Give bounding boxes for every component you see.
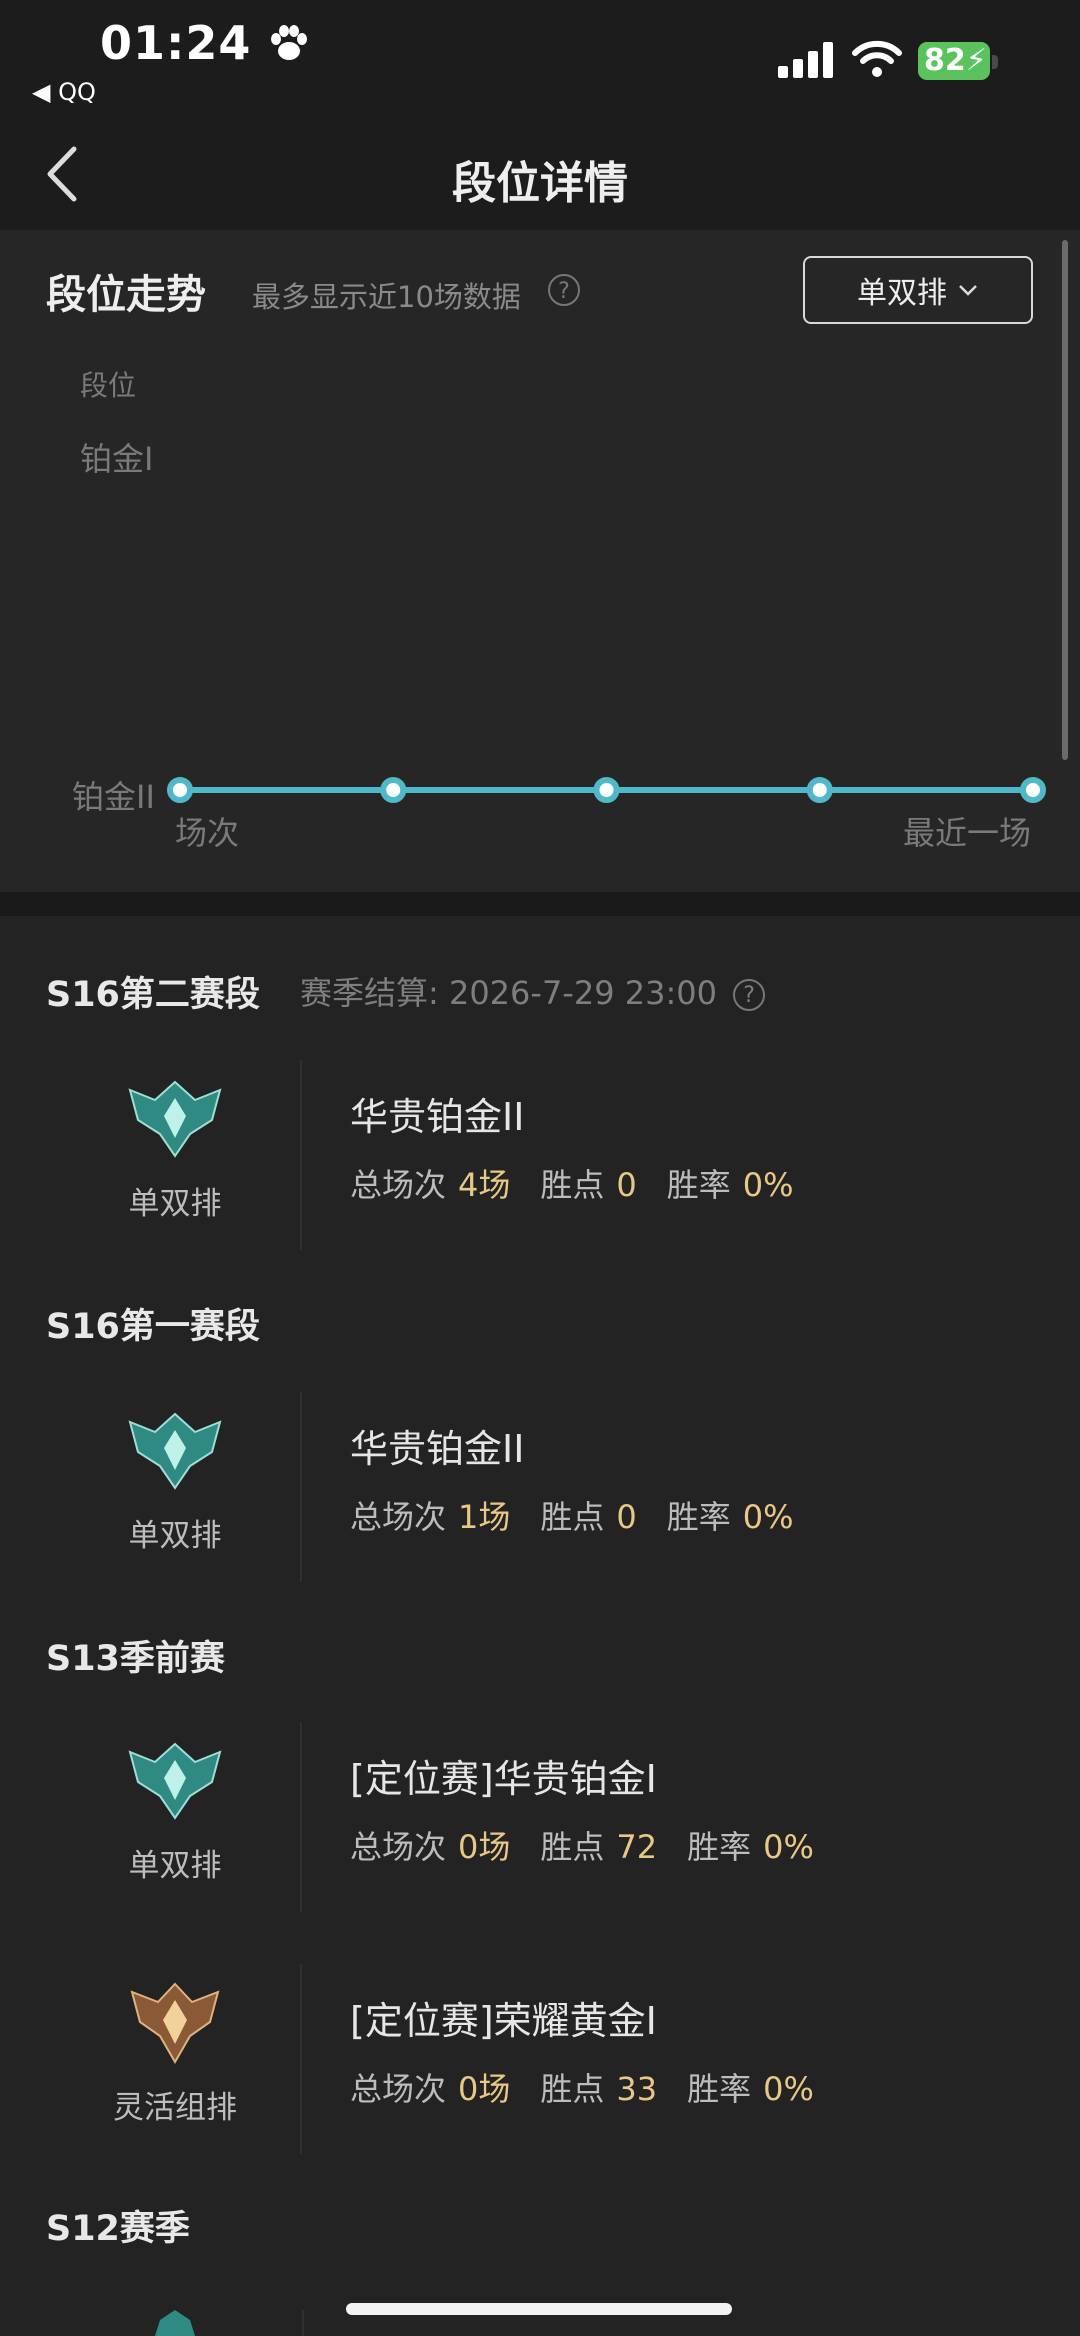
page-title: 段位详情 [452,158,628,209]
season-settlement-time: 赛季结算: 2026-7-29 23:00 ? [300,968,766,1014]
queue-type-value: 单双排 [857,276,947,311]
queue-label: 灵活组排 [113,2090,237,2126]
gold-emblem-icon [130,1982,220,2065]
rank-stats: 总场次 0场 胜点 33 胜率 0% [350,2070,814,2108]
queue-type-dropdown[interactable]: 单双排 [803,256,1033,324]
paw-icon [271,25,308,60]
rank-row[interactable]: 单双排 华贵铂金II 总场次 1场 胜点 0 胜率 0% [0,1392,1080,1582]
platinum-emblem-icon [128,1412,222,1490]
season-title: S16第一赛段 [46,1307,260,1347]
data-point[interactable] [380,777,407,803]
clock: 01:24 [100,16,308,70]
rank-name: 华贵铂金II [350,1427,525,1471]
x-axis-start-label: 场次 [175,814,240,852]
trend-title: 段位走势 [46,272,206,318]
help-icon[interactable]: ? [548,274,580,306]
queue-label: 单双排 [128,1848,222,1884]
data-point[interactable] [1020,777,1046,803]
home-indicator[interactable] [346,2303,732,2315]
y-tick-label: 铂金II [72,778,155,816]
help-icon[interactable]: ? [733,979,766,1011]
rank-row[interactable]: 灵活组排 [定位赛]荣耀黄金I 总场次 0场 胜点 33 胜率 0% [0,1964,1080,2154]
divider [302,2310,304,2336]
rank-trend-chart [167,777,1046,803]
rank-stats: 总场次 1场 胜点 0 胜率 0% [350,1498,794,1536]
queue-label: 单双排 [128,1186,222,1222]
season-title: S16第二赛段 [46,975,260,1015]
y-tick-label: 铂金I [80,440,154,478]
rank-stats: 总场次 4场 胜点 0 胜率 0% [350,1166,794,1204]
season-title: S13季前赛 [46,1639,225,1679]
divider [300,1964,302,2154]
rank-trend-card: 段位走势 最多显示近10场数据 ? 单双排 段位 铂金I 铂金II 场次 最近一… [0,230,1080,892]
divider [300,1392,302,1582]
chevron-down-icon [959,285,977,296]
back-to-app-link[interactable]: ◀ QQ [32,78,96,106]
divider [300,1060,302,1250]
rank-name: [定位赛]荣耀黄金I [350,1999,657,2043]
data-point[interactable] [806,777,833,803]
nav-bar: 段位详情 [0,125,1080,230]
platinum-emblem-icon [128,1080,222,1158]
x-axis-end-label: 最近一场 [903,814,1032,852]
scrollbar[interactable] [1062,240,1068,760]
trend-note: 最多显示近10场数据 [252,280,521,314]
platinum-emblem-icon [128,1742,222,1820]
rank-stats: 总场次 0场 胜点 72 胜率 0% [350,1828,814,1866]
data-point[interactable] [167,777,193,803]
status-bar: 01:24 ◀ QQ 82⚡ [0,0,1080,125]
data-point[interactable] [593,777,620,803]
battery-tip [992,55,998,69]
divider [300,1722,302,1912]
cellular-signal-icon [778,42,833,78]
rank-row[interactable]: 单双排 华贵铂金II 总场次 4场 胜点 0 胜率 0% [0,1060,1080,1250]
rank-name: 华贵铂金II [350,1095,525,1139]
rank-name: [定位赛]华贵铂金I [350,1757,657,1801]
season-title: S12赛季 [46,2209,190,2249]
battery-indicator: 82⚡ [918,42,990,80]
y-axis-title: 段位 [80,369,137,402]
charging-icon: ⚡ [965,43,987,78]
platinum-emblem-icon [155,2310,195,2336]
rank-row[interactable]: 单双排 [定位赛]华贵铂金I 总场次 0场 胜点 72 胜率 0% [0,1722,1080,1912]
section-divider [0,892,1080,916]
wifi-icon [852,40,902,77]
queue-label: 单双排 [128,1518,222,1554]
